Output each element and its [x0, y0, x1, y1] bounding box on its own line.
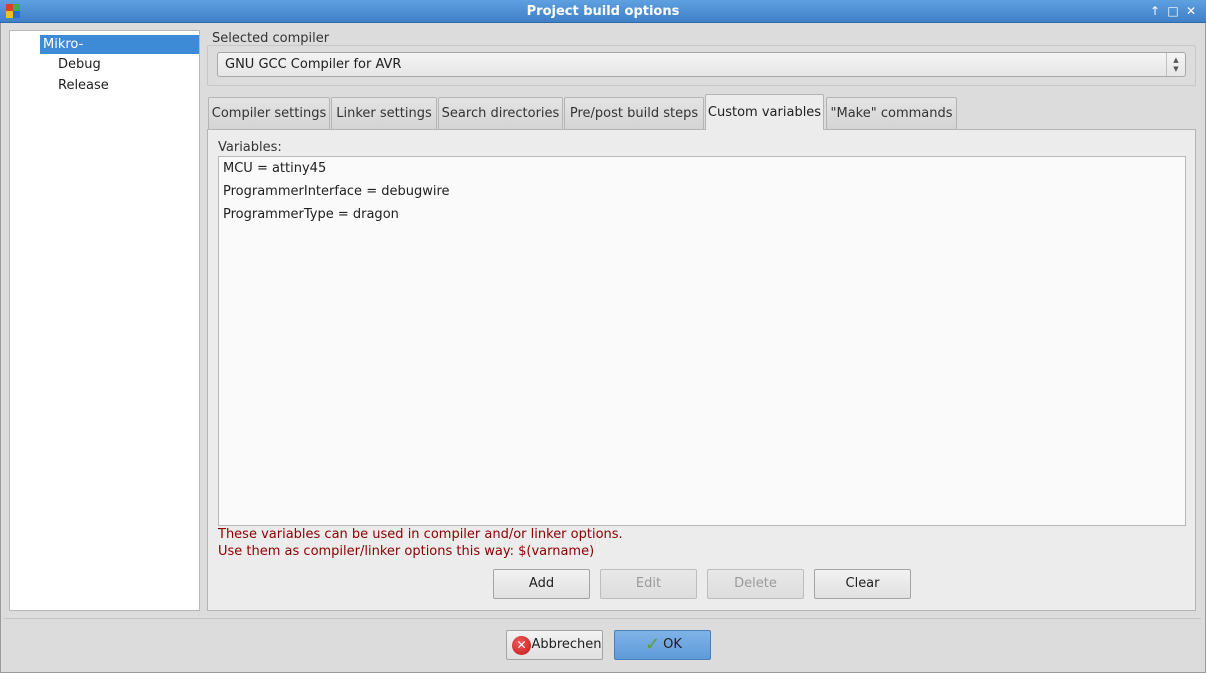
tab-search-directories[interactable]: Search directories	[438, 97, 563, 129]
tab-make-commands[interactable]: "Make" commands	[826, 97, 957, 129]
compiler-select[interactable]: GNU GCC Compiler for AVR ▲ ▼	[217, 52, 1186, 77]
tab-linker-settings[interactable]: Linker settings	[331, 97, 437, 129]
tab-custom-variables[interactable]: Custom variables	[705, 94, 824, 130]
list-item[interactable]: ProgrammerInterface = debugwire	[223, 181, 450, 203]
footer-divider	[4, 618, 1201, 619]
cancel-button-label: Abbrechen	[531, 637, 602, 652]
ok-button[interactable]: ✓ OK	[614, 630, 711, 660]
list-item[interactable]: MCU = attiny45	[223, 158, 326, 180]
arrow-up-icon[interactable]: ↑	[1148, 4, 1162, 18]
tree-item-debug[interactable]: Debug	[55, 55, 104, 74]
spin-arrows-icon: ▲ ▼	[1166, 53, 1185, 76]
compiler-group-label: Selected compiler	[212, 31, 330, 46]
title-bar[interactable]: Project build options ↑ □ ✕	[0, 0, 1206, 23]
clear-button[interactable]: Clear	[814, 569, 911, 599]
close-icon[interactable]: ✕	[1184, 4, 1198, 18]
checkmark-icon: ✓	[645, 634, 661, 655]
tree-item-project[interactable]: Mikro-Tiefentladeschutz	[40, 35, 199, 71]
compiler-select-value: GNU GCC Compiler for AVR	[225, 57, 402, 72]
maximize-icon[interactable]: □	[1166, 4, 1180, 18]
delete-button[interactable]: Delete	[707, 569, 804, 599]
tab-compiler-settings[interactable]: Compiler settings	[208, 97, 330, 129]
edit-button[interactable]: Edit	[600, 569, 697, 599]
tree-item-release[interactable]: Release	[55, 76, 112, 95]
list-item[interactable]: ProgrammerType = dragon	[223, 204, 399, 226]
target-tree[interactable]: Mikro-Tiefentladeschutz Debug Release	[9, 30, 200, 611]
variables-list[interactable]: MCU = attiny45 ProgrammerInterface = deb…	[218, 156, 1186, 526]
window-title: Project build options	[526, 4, 680, 19]
cancel-button[interactable]: ✕ Abbrechen	[506, 630, 603, 660]
variables-note-line2: Use them as compiler/linker options this…	[218, 544, 595, 559]
cancel-icon: ✕	[512, 636, 531, 655]
variables-note-line1: These variables can be used in compiler …	[218, 527, 623, 542]
variables-label: Variables:	[218, 140, 282, 155]
tab-pre-post-build-steps[interactable]: Pre/post build steps	[564, 97, 704, 129]
add-button[interactable]: Add	[493, 569, 590, 599]
